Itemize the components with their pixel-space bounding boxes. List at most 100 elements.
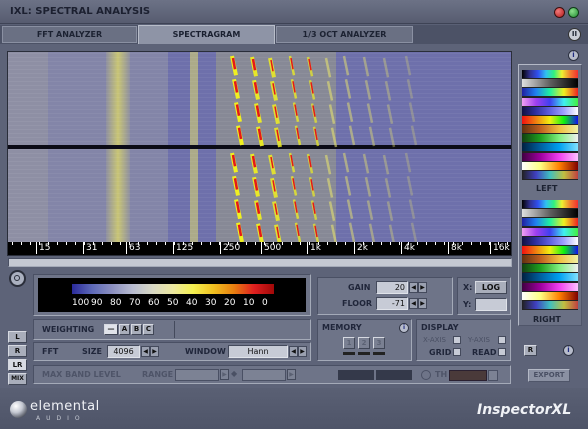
right-channel-label: RIGHT xyxy=(533,315,561,324)
range-start-increase-button[interactable]: ▶ xyxy=(220,369,229,380)
freq-major-tick xyxy=(220,242,221,254)
palette-swatch[interactable] xyxy=(522,88,578,97)
close-button[interactable] xyxy=(554,7,565,18)
channel-mix-button[interactable]: MIX xyxy=(8,373,27,385)
grid-checkbox[interactable] xyxy=(453,348,461,356)
palette-swatch[interactable] xyxy=(522,273,578,282)
memory-slot-1[interactable]: 1 xyxy=(343,337,355,349)
window-field[interactable]: Hann xyxy=(228,345,288,358)
palette-swatch[interactable] xyxy=(522,227,578,236)
palette-swatch[interactable] xyxy=(522,218,578,227)
tab-third-octave-analyzer[interactable]: 1/3 OCT ANALYZER xyxy=(276,26,413,43)
gain-decrease-button[interactable]: ◀ xyxy=(409,282,418,293)
memory-panel: MEMORY i 1 2 3 xyxy=(317,319,412,361)
floor-field[interactable]: -71 xyxy=(376,297,408,310)
left-palette-swatches[interactable] xyxy=(522,70,578,180)
channel-lr-button[interactable]: LR xyxy=(8,359,27,371)
palette-swatch[interactable] xyxy=(522,143,578,152)
threshold-adjust[interactable] xyxy=(488,370,498,381)
freq-minor-tick xyxy=(12,242,13,245)
right-channel-r-button[interactable]: R xyxy=(524,345,537,356)
x-axis-checkbox[interactable] xyxy=(453,336,461,344)
palette-swatch[interactable] xyxy=(522,209,578,218)
palette-swatch[interactable] xyxy=(522,282,578,291)
fft-size-decrease-button[interactable]: ◀ xyxy=(141,346,150,357)
zoom-icon[interactable] xyxy=(9,270,26,287)
window-increase-button[interactable]: ▶ xyxy=(298,346,307,357)
window-label: WINDOW xyxy=(185,347,226,356)
range-end-field[interactable] xyxy=(242,369,286,381)
right-palette-swatches[interactable] xyxy=(522,200,578,310)
max-band-display-1 xyxy=(338,370,374,380)
palette-swatch[interactable] xyxy=(522,291,578,300)
minimize-button[interactable] xyxy=(568,7,579,18)
palette-swatch[interactable] xyxy=(522,170,578,179)
palette-swatch[interactable] xyxy=(522,200,578,209)
palette-swatch[interactable] xyxy=(522,236,578,245)
floor-increase-button[interactable]: ▶ xyxy=(418,298,427,309)
memory-slot-2[interactable]: 2 xyxy=(358,337,370,349)
fft-size-label: SIZE xyxy=(82,347,103,356)
weighting-b-button[interactable]: B xyxy=(131,324,142,335)
scale-label: 70 xyxy=(129,298,141,308)
tab-spectragram[interactable]: SPECTRAGRAM xyxy=(138,25,275,44)
y-axis-checkbox[interactable] xyxy=(498,336,506,344)
freq-major-tick xyxy=(448,242,449,254)
pause-button[interactable]: II xyxy=(568,28,581,41)
floor-decrease-button[interactable]: ◀ xyxy=(409,298,418,309)
palette-swatch[interactable] xyxy=(522,115,578,124)
export-button[interactable]: EXPORT xyxy=(528,369,570,382)
freq-minor-tick xyxy=(30,242,31,245)
fft-size-field[interactable]: 4096 xyxy=(107,345,140,358)
freq-label: 63 xyxy=(129,243,141,253)
threshold-radio[interactable] xyxy=(421,370,431,380)
palette-swatch[interactable] xyxy=(522,106,578,115)
palette-swatch[interactable] xyxy=(522,152,578,161)
tab-fft-analyzer[interactable]: FFT ANALYZER xyxy=(2,26,137,43)
range-end-increase-button[interactable]: ▶ xyxy=(287,369,296,380)
palette-swatch[interactable] xyxy=(522,264,578,273)
palette-swatch[interactable] xyxy=(522,300,578,309)
memory-slot-3[interactable]: 3 xyxy=(373,337,385,349)
freq-major-tick xyxy=(261,242,262,254)
palette-info-icon[interactable]: i xyxy=(563,345,574,356)
fft-size-increase-button[interactable]: ▶ xyxy=(150,346,159,357)
freq-major-tick xyxy=(83,242,84,254)
memory-info-icon[interactable]: i xyxy=(399,323,409,333)
palette-swatch[interactable] xyxy=(522,97,578,106)
freq-minor-tick xyxy=(210,242,211,245)
palette-swatch[interactable] xyxy=(522,125,578,134)
freq-minor-tick xyxy=(66,242,67,245)
title-bar: IXL: SPECTRAL ANALYSIS xyxy=(0,0,588,24)
freq-minor-tick xyxy=(120,242,121,245)
palette-swatch[interactable] xyxy=(522,161,578,170)
weighting-none-button[interactable]: — xyxy=(104,324,118,335)
palette-swatch[interactable] xyxy=(522,255,578,264)
freq-minor-tick xyxy=(21,242,22,245)
channel-r-button[interactable]: R xyxy=(8,345,27,357)
weighting-c-button[interactable]: C xyxy=(143,324,154,335)
display-panel: DISPLAY X-AXIS Y-AXIS GRID READ xyxy=(416,319,511,361)
palette-swatch[interactable] xyxy=(522,79,578,88)
channel-l-button[interactable]: L xyxy=(8,331,27,343)
threshold-field[interactable] xyxy=(449,370,487,381)
max-band-label: MAX BAND LEVEL xyxy=(42,370,121,379)
read-checkbox[interactable] xyxy=(498,348,506,356)
y-axis-field[interactable] xyxy=(475,298,507,311)
palette-swatch[interactable] xyxy=(522,70,578,79)
time-scrollbar[interactable] xyxy=(8,258,512,267)
freq-label: 16k xyxy=(493,243,510,253)
x-axis-log-button[interactable]: LOG xyxy=(475,281,507,294)
info-icon[interactable]: i xyxy=(568,50,579,61)
palette-swatch[interactable] xyxy=(522,134,578,143)
gain-increase-button[interactable]: ▶ xyxy=(418,282,427,293)
gain-field[interactable]: 20 xyxy=(376,281,408,294)
palette-swatch[interactable] xyxy=(522,245,578,254)
color-scale-frame: 100 90 80 70 60 50 40 30 20 10 0 xyxy=(38,278,306,312)
window-decrease-button[interactable]: ◀ xyxy=(289,346,298,357)
scale-label: 40 xyxy=(186,298,198,308)
range-start-field[interactable] xyxy=(175,369,219,381)
freq-minor-tick xyxy=(417,242,418,245)
weighting-a-button[interactable]: A xyxy=(119,324,130,335)
range-separator: ◆ xyxy=(231,369,238,378)
